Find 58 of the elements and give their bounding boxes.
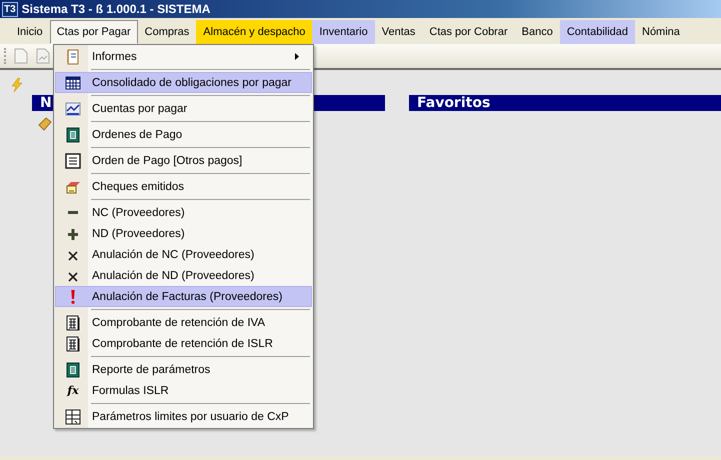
menu-option[interactable]: Anulación de ND (Proveedores) [55, 265, 312, 286]
document-icon [65, 362, 81, 378]
menu-option[interactable]: Anulación de NC (Proveedores) [55, 244, 312, 265]
calculator-icon [65, 336, 81, 352]
menu-item[interactable]: Nómina [635, 20, 687, 44]
menu-option-label: Comprobante de retención de ISLR [92, 338, 274, 350]
menu-option-label: Parámetros limites por usuario de CxP [92, 410, 290, 422]
new-document-button[interactable] [12, 47, 30, 65]
menu-option[interactable]: Comprobante de retención de ISLR [55, 333, 312, 354]
menu-option[interactable]: Reporte de parámetros [55, 359, 312, 380]
menu-option-label: ND (Proveedores) [92, 228, 186, 240]
calculator-icon [65, 314, 81, 330]
minus-icon [68, 211, 78, 214]
menu-option[interactable]: Consolidado de obligaciones por pagar [55, 72, 312, 93]
menu-option[interactable]: ND (Proveedores) [55, 223, 312, 244]
menu-option-label: Anulación de Facturas (Proveedores) [92, 290, 284, 302]
menu-option[interactable]: Ordenes de Pago [55, 124, 312, 145]
menu-option-label: Formulas ISLR [92, 384, 170, 396]
menu-item[interactable]: Ctas por Pagar [50, 20, 138, 44]
menu-option[interactable]: NC (Proveedores) [55, 202, 312, 223]
menu-option[interactable]: Comprobante de retención de IVA [55, 312, 312, 333]
list-icon [65, 152, 81, 168]
menu-option-label: Cheques emitidos [92, 180, 186, 192]
notebook-icon [65, 48, 81, 64]
menu-item[interactable]: Inventario [312, 20, 375, 44]
menu-option-label: Anulación de ND (Proveedores) [92, 270, 256, 282]
menu-item[interactable]: Contabilidad [560, 20, 635, 44]
menu-option-label: NC (Proveedores) [92, 206, 186, 218]
menu-item[interactable]: Ventas [374, 20, 422, 44]
menu-option-label: Comprobante de retención de IVA [92, 316, 266, 328]
document-icon [65, 126, 81, 142]
formula-icon: fx [67, 384, 79, 397]
menu-option-label: Orden de Pago [Otros pagos] [92, 154, 244, 166]
exclamation-icon [71, 290, 75, 304]
menu-item[interactable]: Inicio [10, 20, 50, 44]
menu-item[interactable]: Compras [138, 20, 196, 44]
layout-icon [65, 408, 81, 424]
lightning-icon [10, 78, 24, 92]
table-icon [65, 74, 81, 90]
menu-option[interactable]: Parámetros limites por usuario de CxP [55, 406, 312, 427]
chart-icon [65, 100, 81, 116]
app-logo: T3 [2, 2, 18, 16]
menu-option[interactable]: Cheques emitidos [55, 176, 312, 197]
window-title: Sistema T3 - ß 1.000.1 - SISTEMA [22, 2, 210, 16]
image-document-button[interactable] [34, 47, 52, 65]
menu-option[interactable]: Orden de Pago [Otros pagos] [55, 150, 312, 171]
menu-option[interactable]: fx Formulas ISLR [55, 380, 312, 401]
menu-item[interactable]: Banco [514, 20, 560, 44]
menu-item[interactable]: Ctas por Cobrar [422, 20, 515, 44]
menu-option-label: Anulación de NC (Proveedores) [92, 248, 256, 260]
menu-item[interactable]: Almacén y despacho [196, 20, 312, 44]
menu-option[interactable]: Anulación de Facturas (Proveedores) [55, 286, 312, 307]
panel-header: Favoritos [409, 95, 721, 111]
menu-option-label: Informes [92, 50, 138, 62]
menu-option-label: Reporte de parámetros [92, 364, 212, 376]
toolbar-grip[interactable] [4, 48, 8, 64]
menu-option-label: Ordenes de Pago [92, 128, 184, 140]
menu-option-label: Consolidado de obligaciones por pagar [92, 76, 292, 88]
